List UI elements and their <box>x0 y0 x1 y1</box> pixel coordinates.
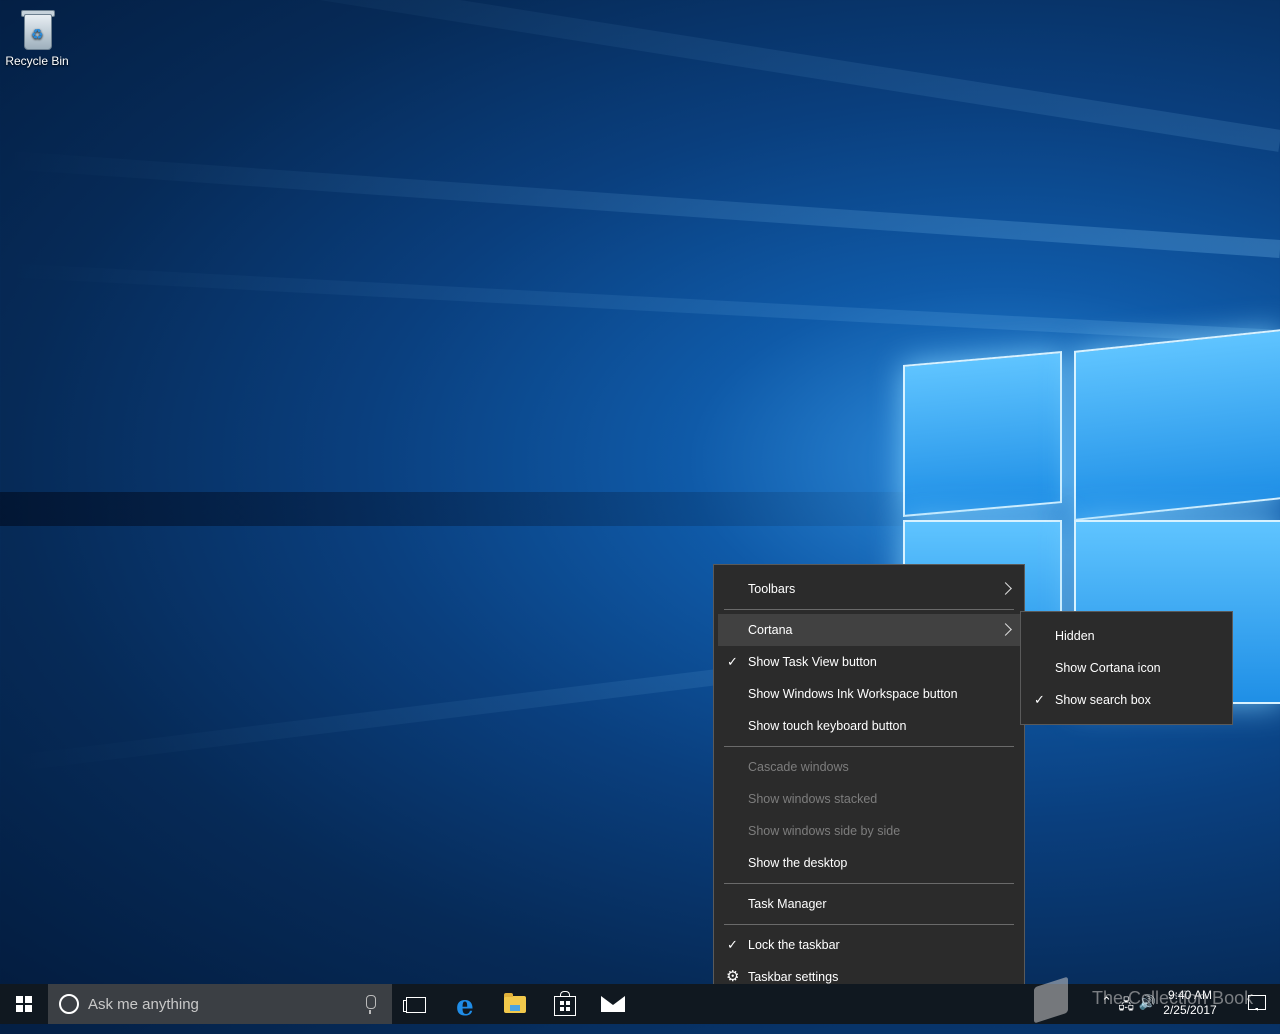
menu-item-label: Lock the taskbar <box>748 938 840 952</box>
menu-item-show-task-view[interactable]: ✓ Show Task View button <box>718 646 1020 678</box>
desktop-icon-label: Recycle Bin <box>5 54 69 68</box>
chevron-right-icon <box>999 623 1012 636</box>
gear-icon: ⚙ <box>726 968 740 985</box>
watermark-text: The Collection Book <box>1092 988 1254 1008</box>
checkmark-icon: ✓ <box>727 937 738 952</box>
checkmark-icon: ✓ <box>727 654 738 669</box>
cortana-icon <box>59 994 79 1014</box>
submenu-item-show-cortana-icon[interactable]: Show Cortana icon <box>1025 652 1228 684</box>
menu-item-label: Show the desktop <box>748 856 848 870</box>
menu-item-cascade-windows: Cascade windows <box>718 751 1020 783</box>
recycle-bin-icon: ♻ <box>20 8 55 50</box>
menu-item-label: Cascade windows <box>748 760 849 774</box>
menu-item-task-manager[interactable]: Task Manager <box>718 888 1020 920</box>
submenu-item-show-search-box[interactable]: ✓ Show search box <box>1025 684 1228 716</box>
menu-item-lock-taskbar[interactable]: ✓ Lock the taskbar <box>718 929 1020 961</box>
mail-icon <box>601 996 625 1012</box>
cortana-search-box[interactable]: Ask me anything <box>48 984 392 1024</box>
menu-separator <box>724 609 1014 610</box>
desktop-wallpaper <box>0 0 1280 984</box>
book-icon <box>1030 976 1078 1024</box>
taskbar-context-menu: Toolbars Cortana ✓ Show Task View button… <box>713 564 1025 1001</box>
menu-item-label: Cortana <box>748 623 793 637</box>
menu-item-label: Task Manager <box>748 897 827 911</box>
window-pane-tl <box>903 351 1062 517</box>
microphone-icon[interactable] <box>366 995 376 1014</box>
menu-item-label: Show Windows Ink Workspace button <box>748 687 958 701</box>
chevron-right-icon <box>999 582 1012 595</box>
menu-item-label: Show windows side by side <box>748 824 901 838</box>
task-view-button[interactable] <box>392 984 440 1024</box>
desktop-icon-recycle-bin[interactable]: ♻ Recycle Bin <box>4 6 70 68</box>
checkmark-icon: ✓ <box>1034 692 1045 707</box>
taskbar: Ask me anything e ⌃ 🖧 🔊 9:40 AM 2/25/201… <box>0 984 1280 1024</box>
store-icon <box>554 991 576 1016</box>
menu-item-show-desktop[interactable]: Show the desktop <box>718 847 1020 879</box>
menu-separator <box>724 883 1014 884</box>
menu-item-label: Show Task View button <box>748 655 877 669</box>
store-button[interactable] <box>540 984 588 1024</box>
start-button[interactable] <box>0 984 48 1024</box>
edge-button[interactable]: e <box>443 984 491 1024</box>
mail-button[interactable] <box>589 984 637 1024</box>
menu-item-label: Toolbars <box>748 582 796 596</box>
menu-separator <box>724 924 1014 925</box>
edge-icon: e <box>456 989 474 1022</box>
menu-item-label: Show Cortana icon <box>1055 661 1161 675</box>
menu-item-label: Show touch keyboard button <box>748 719 907 733</box>
menu-item-show-ink-workspace[interactable]: Show Windows Ink Workspace button <box>718 678 1020 710</box>
menu-item-windows-side-by-side: Show windows side by side <box>718 815 1020 847</box>
search-placeholder: Ask me anything <box>88 996 199 1013</box>
menu-item-label: Show windows stacked <box>748 792 878 806</box>
menu-item-show-touch-keyboard[interactable]: Show touch keyboard button <box>718 710 1020 742</box>
menu-item-cortana[interactable]: Cortana <box>718 614 1020 646</box>
file-explorer-button[interactable] <box>491 984 539 1024</box>
menu-item-label: Taskbar settings <box>748 970 839 984</box>
menu-item-label: Show search box <box>1055 693 1151 707</box>
menu-item-windows-stacked: Show windows stacked <box>718 783 1020 815</box>
file-explorer-icon <box>504 993 526 1013</box>
submenu-item-hidden[interactable]: Hidden <box>1025 620 1228 652</box>
menu-item-label: Hidden <box>1055 629 1095 643</box>
menu-separator <box>724 746 1014 747</box>
window-pane-tr <box>1074 329 1280 521</box>
menu-item-toolbars[interactable]: Toolbars <box>718 573 1020 605</box>
windows-logo-icon <box>16 996 32 1012</box>
cortana-submenu: Hidden Show Cortana icon ✓ Show search b… <box>1020 611 1233 725</box>
